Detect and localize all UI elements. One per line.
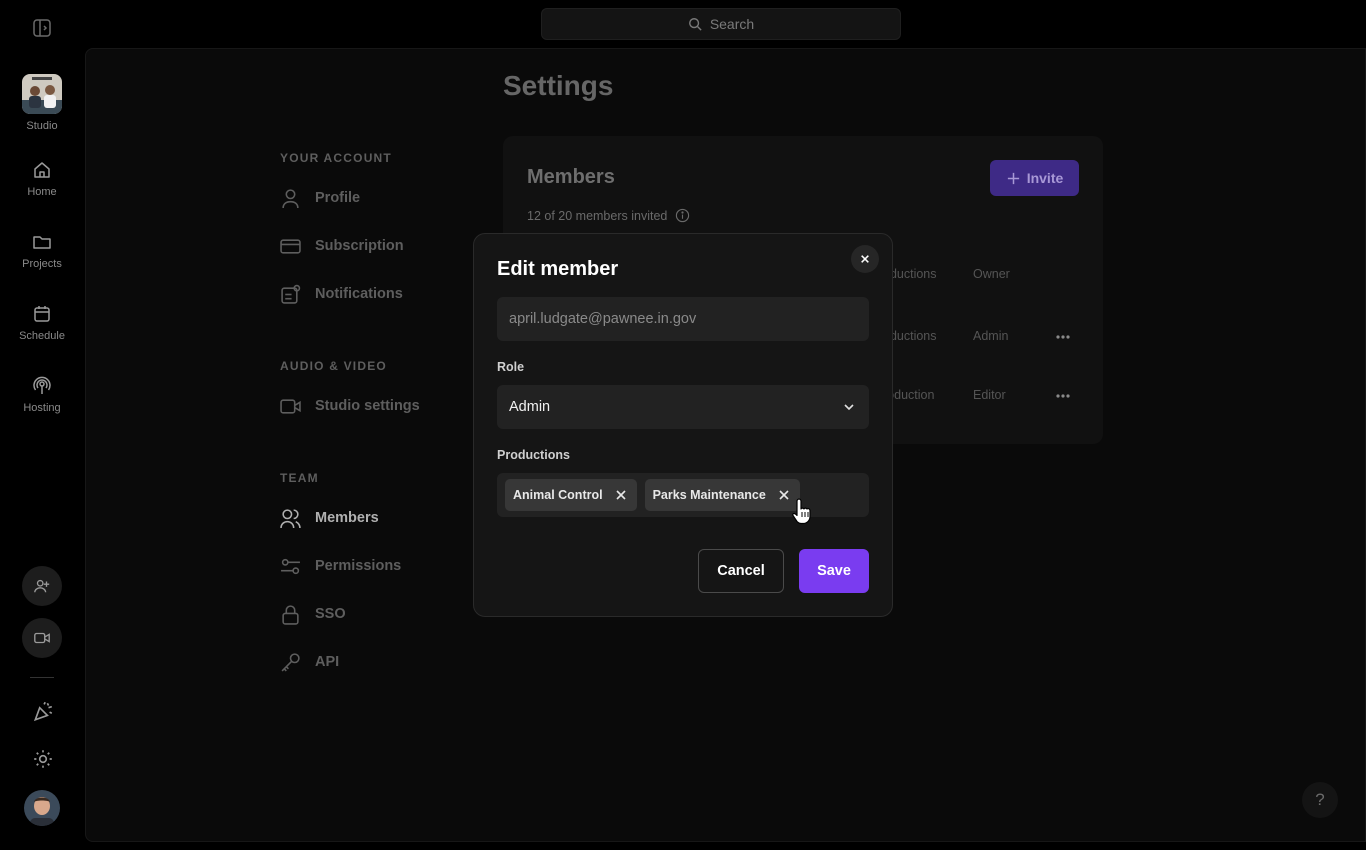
save-button[interactable]: Save [799, 549, 869, 593]
nav-item-notifications[interactable]: Notifications [280, 282, 403, 306]
search-icon [688, 18, 702, 31]
users-icon [280, 508, 301, 528]
more-options-icon[interactable] [1055, 393, 1071, 399]
calendar-icon[interactable] [32, 304, 52, 324]
production-tag: Parks Maintenance [644, 479, 800, 511]
left-rail: Studio Home Projects Schedule Hosting [0, 0, 84, 850]
add-user-icon [34, 579, 50, 593]
email-field[interactable] [497, 297, 869, 341]
nav-item-studio-settings[interactable]: Studio settings [280, 394, 420, 418]
podcast-icon[interactable] [32, 376, 52, 396]
role-value: Admin [509, 399, 551, 415]
close-icon [861, 255, 869, 263]
rail-item-projects-label[interactable]: Projects [0, 258, 84, 270]
user-avatar[interactable] [24, 790, 60, 826]
remove-tag-icon[interactable] [615, 489, 627, 501]
video-button[interactable] [22, 618, 62, 658]
nav-section-team: TEAM [280, 471, 319, 485]
members-title: Members [527, 166, 615, 188]
help-button[interactable]: ? [1302, 782, 1338, 818]
video-icon [280, 398, 301, 414]
cancel-button[interactable]: Cancel [698, 549, 784, 593]
key-icon [281, 652, 300, 671]
modal-title: Edit member [497, 258, 619, 280]
user-icon [282, 188, 299, 208]
production-tag: Animal Control [505, 479, 637, 511]
folder-icon[interactable] [32, 232, 52, 252]
more-options-icon[interactable] [1055, 334, 1071, 340]
rail-divider [30, 677, 54, 678]
nav-section-audio-video: AUDIO & VIDEO [280, 359, 387, 373]
rail-item-schedule-label[interactable]: Schedule [0, 330, 84, 342]
productions-label: Productions [497, 448, 570, 462]
notification-icon [281, 284, 301, 304]
sidebar-toggle-icon[interactable] [32, 18, 52, 38]
nav-item-members[interactable]: Members [280, 506, 379, 530]
info-icon [676, 208, 690, 223]
role-select[interactable]: Admin [497, 385, 869, 429]
lock-icon [282, 604, 299, 625]
credit-card-icon [280, 238, 301, 254]
gear-icon[interactable] [32, 748, 52, 768]
global-search[interactable]: Search [541, 8, 901, 40]
members-count: 12 of 20 members invited [527, 208, 690, 223]
rail-item-home-label[interactable]: Home [0, 186, 84, 198]
nav-item-api[interactable]: API [280, 650, 339, 674]
close-button[interactable] [851, 245, 879, 273]
role-label: Role [497, 360, 525, 374]
remove-tag-icon[interactable] [778, 489, 790, 501]
search-placeholder: Search [709, 16, 755, 32]
rail-item-hosting-label[interactable]: Hosting [0, 402, 84, 414]
plus-icon [1007, 172, 1019, 184]
hand-cursor-icon [792, 498, 811, 525]
home-icon[interactable] [32, 160, 52, 180]
studio-avatar[interactable] [22, 74, 62, 114]
member-row-role: Admin [973, 329, 1009, 343]
member-row-role: Owner [973, 267, 1010, 281]
nav-item-profile[interactable]: Profile [280, 186, 360, 210]
invite-button[interactable]: Invite [990, 160, 1079, 196]
nav-section-your-account: YOUR ACCOUNT [280, 151, 392, 165]
add-user-button[interactable] [22, 566, 62, 606]
nav-item-subscription[interactable]: Subscription [280, 234, 404, 258]
video-icon [34, 632, 50, 644]
nav-item-permissions[interactable]: Permissions [280, 554, 401, 578]
nav-item-sso[interactable]: SSO [280, 602, 346, 626]
studio-label: Studio [26, 120, 58, 132]
party-popper-icon[interactable] [32, 700, 53, 722]
page-title: Settings [503, 70, 614, 101]
sliders-icon [281, 558, 300, 574]
chevron-down-icon [844, 404, 854, 411]
member-row-role: Editor [973, 388, 1006, 402]
edit-member-modal: Edit member Role Admin Productions Anima… [473, 233, 893, 617]
